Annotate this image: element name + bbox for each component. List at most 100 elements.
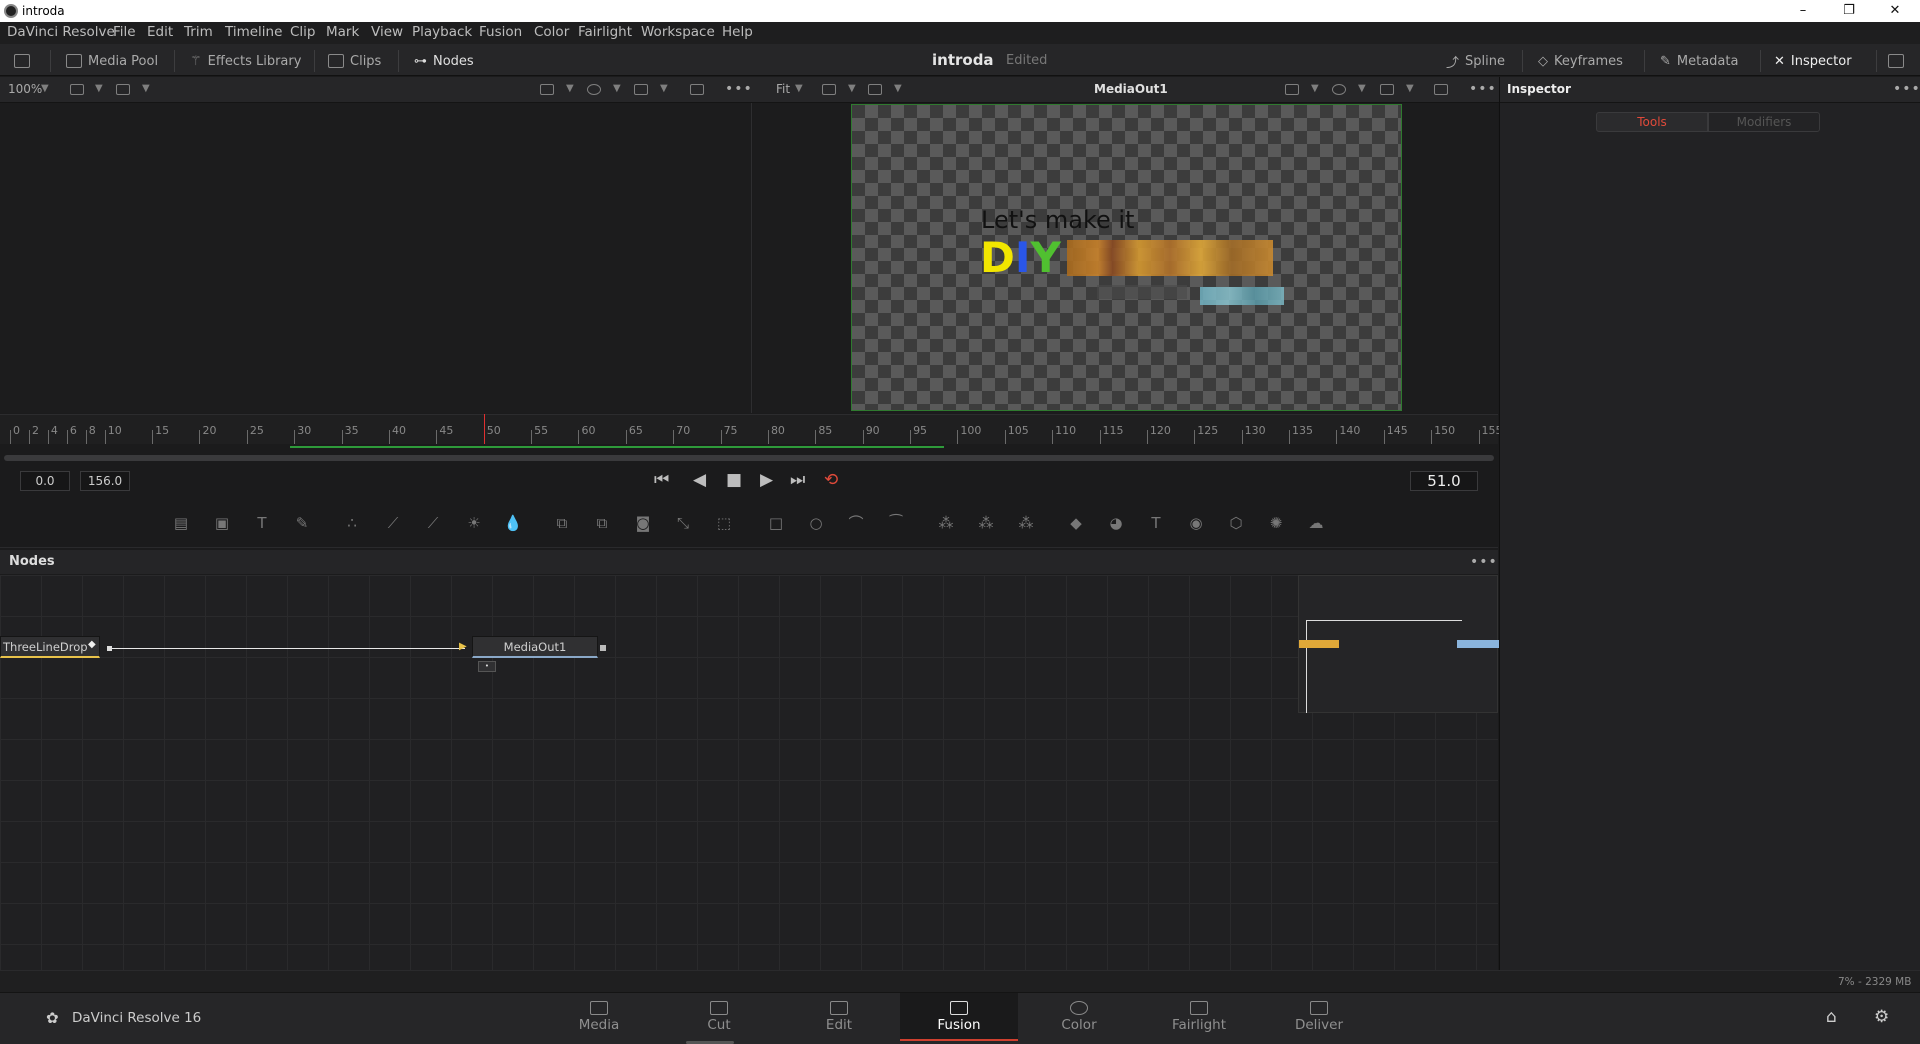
safe-area-icon[interactable] <box>1434 84 1448 95</box>
menu-fairlight[interactable]: Fairlight <box>578 24 632 40</box>
metadata-button[interactable]: ✎ Metadata <box>1660 50 1738 72</box>
page-tab-color[interactable]: Color <box>1020 993 1138 1041</box>
node-output-port[interactable] <box>600 645 606 651</box>
settings-gear-icon[interactable]: ⚙ <box>1874 1007 1889 1027</box>
global-start-field[interactable]: 0.0 <box>20 471 70 491</box>
image-plane-tool-icon[interactable]: ▣ <box>212 514 232 532</box>
ellipse-mask-icon[interactable]: ○ <box>806 514 826 532</box>
minimize-button[interactable]: – <box>1783 2 1823 20</box>
roi-icon[interactable] <box>116 84 130 95</box>
pemitter-tool-icon[interactable]: ⁂ <box>936 514 956 532</box>
color-channel-icon[interactable] <box>1332 84 1346 95</box>
play-icon[interactable]: ▶ <box>760 470 773 490</box>
merge3d-tool-icon[interactable]: ◕ <box>1106 514 1126 532</box>
spline-button[interactable]: ⤴ Spline <box>1446 50 1505 72</box>
text-tool-icon[interactable]: T <box>252 514 272 532</box>
curves-tool-icon[interactable]: ⟋ <box>383 514 403 532</box>
chevron-down-icon[interactable]: ▼ <box>848 83 856 94</box>
media-pool-button[interactable]: Media Pool <box>66 50 158 72</box>
chevron-down-icon[interactable]: ▼ <box>894 83 902 94</box>
renderer3d-tool-icon[interactable]: ⬡ <box>1226 514 1246 532</box>
polygon-mask-icon[interactable]: ⌒ <box>846 514 866 532</box>
matte-control-tool-icon[interactable]: ◙ <box>633 514 653 532</box>
menu-timeline[interactable]: Timeline <box>225 24 282 40</box>
minimap-viewport[interactable] <box>1306 620 1462 713</box>
particles-tool-icon[interactable]: ∴ <box>342 514 362 532</box>
node-mediaout1[interactable]: MediaOut1 <box>472 636 598 658</box>
play-reverse-icon[interactable]: ◀ <box>693 470 706 490</box>
chevron-down-icon[interactable]: ▼ <box>142 83 150 94</box>
background-tool-icon[interactable]: ▤ <box>171 514 191 532</box>
menu-color[interactable]: Color <box>534 24 569 40</box>
environment-tool-icon[interactable]: ☁ <box>1306 514 1326 532</box>
menu-playback[interactable]: Playback <box>412 24 472 40</box>
page-tab-deliver[interactable]: Deliver <box>1260 993 1378 1041</box>
loop-icon[interactable]: ⟲ <box>824 470 838 490</box>
playhead[interactable] <box>483 414 485 444</box>
chevron-down-icon[interactable]: ▼ <box>41 83 49 94</box>
menu-clip[interactable]: Clip <box>290 24 316 40</box>
tab-tools[interactable]: Tools <box>1596 112 1708 132</box>
more-options-icon[interactable]: ••• <box>1469 81 1497 97</box>
tab-modifiers[interactable]: Modifiers <box>1708 112 1820 132</box>
grid-icon[interactable] <box>634 84 648 95</box>
merge-tool-icon[interactable]: ⧉ <box>552 514 572 532</box>
chevron-down-icon[interactable]: ▼ <box>1406 83 1414 94</box>
page-tab-fairlight[interactable]: Fairlight <box>1140 993 1258 1041</box>
left-viewer-zoom[interactable]: 100% <box>8 82 42 96</box>
page-tab-fusion[interactable]: Fusion <box>900 993 1018 1041</box>
grid-icon[interactable] <box>1380 84 1394 95</box>
spotlight-tool-icon[interactable]: ✺ <box>1266 514 1286 532</box>
camera3d-tool-icon[interactable]: ◉ <box>1186 514 1206 532</box>
effects-library-button[interactable]: ⚚ Effects Library <box>190 50 301 72</box>
menu-mark[interactable]: Mark <box>326 24 359 40</box>
stop-icon[interactable]: ■ <box>726 470 742 490</box>
menu-workspace[interactable]: Workspace <box>641 24 715 40</box>
more-options-icon[interactable]: ••• <box>1893 81 1920 97</box>
global-end-field[interactable]: 156.0 <box>80 471 130 491</box>
node-graph[interactable] <box>0 575 1498 970</box>
node-threelinedrop[interactable]: ThreeLineDrop <box>0 636 100 658</box>
color-correct-tool-icon[interactable]: ⟋ <box>423 514 443 532</box>
restore-button[interactable]: ❐ <box>1829 2 1869 20</box>
chevron-down-icon[interactable]: ▼ <box>1311 83 1319 94</box>
node-minimap[interactable] <box>1298 575 1499 713</box>
chevron-down-icon[interactable]: ▼ <box>613 83 621 94</box>
shape3d-tool-icon[interactable]: ◆ <box>1066 514 1086 532</box>
menu-file[interactable]: File <box>113 24 136 40</box>
go-to-start-icon[interactable]: ⏮ <box>654 470 669 490</box>
fullscreen-viewer-button[interactable] <box>1888 50 1904 72</box>
right-viewer-zoom[interactable]: Fit <box>776 82 790 96</box>
menu-davinci-resolve[interactable]: DaVinci Resolve <box>7 24 115 40</box>
roi-icon[interactable] <box>868 84 882 95</box>
time-scrubber[interactable] <box>4 455 1494 461</box>
menu-trim[interactable]: Trim <box>184 24 213 40</box>
left-viewer[interactable] <box>0 103 752 413</box>
menu-edit[interactable]: Edit <box>147 24 173 40</box>
inspector-button[interactable]: ✕ Inspector <box>1774 50 1852 72</box>
bspline-mask-icon[interactable]: ⁀ <box>886 514 906 532</box>
chevron-down-icon[interactable]: ▼ <box>660 83 668 94</box>
chevron-down-icon[interactable]: ▼ <box>795 83 803 94</box>
prender-tool-icon[interactable]: ⁂ <box>976 514 996 532</box>
layout-icon[interactable] <box>822 84 836 95</box>
go-to-end-icon[interactable]: ⏭ <box>790 470 805 490</box>
lut-icon[interactable] <box>540 84 554 95</box>
close-button[interactable]: ✕ <box>1875 2 1915 20</box>
safe-area-icon[interactable] <box>690 84 704 95</box>
pimage-tool-icon[interactable]: ⁂ <box>1016 514 1036 532</box>
menu-help[interactable]: Help <box>722 24 753 40</box>
panel-toggle-button[interactable] <box>14 50 30 72</box>
menu-view[interactable]: View <box>371 24 403 40</box>
current-time-field[interactable]: 51.0 <box>1410 471 1478 491</box>
clips-button[interactable]: Clips <box>328 50 381 72</box>
rectangle-mask-icon[interactable]: □ <box>766 514 786 532</box>
menu-fusion[interactable]: Fusion <box>479 24 522 40</box>
more-options-icon[interactable]: ••• <box>1470 554 1498 570</box>
transform-tool-icon[interactable]: ⬚ <box>714 514 734 532</box>
keyframes-button[interactable]: ◇ Keyframes <box>1538 50 1623 72</box>
resize-tool-icon[interactable]: ⤡ <box>673 514 693 532</box>
page-tab-media[interactable]: Media <box>540 993 658 1041</box>
node-mask-input-icon[interactable]: • <box>478 661 496 672</box>
chevron-down-icon[interactable]: ▼ <box>95 83 103 94</box>
